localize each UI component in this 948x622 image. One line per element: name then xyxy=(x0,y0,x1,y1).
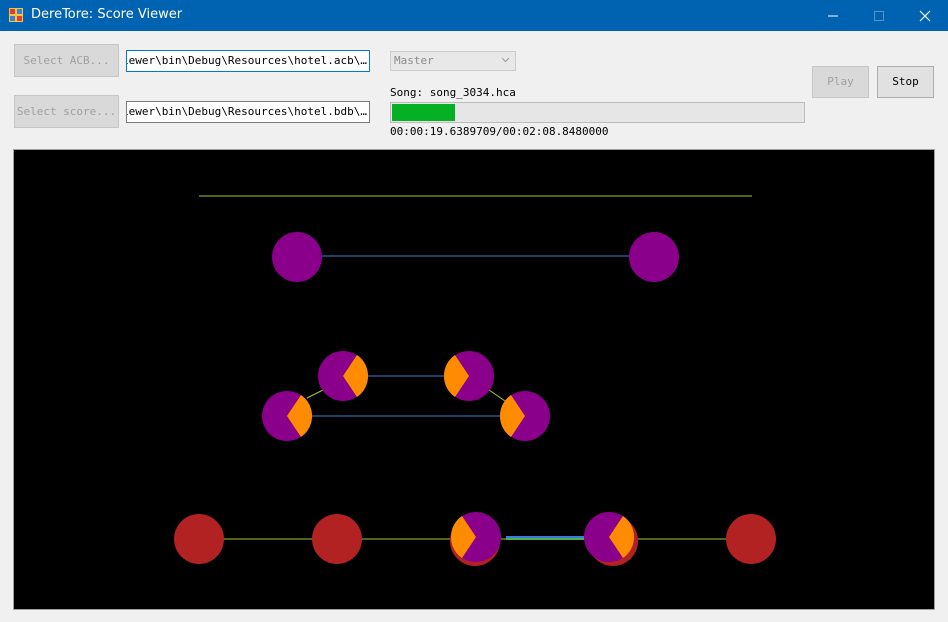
time-label: 00:00:19.6389709/00:02:08.8480000 xyxy=(390,125,609,138)
maximize-icon xyxy=(874,11,884,21)
flick-note xyxy=(450,512,501,562)
tap-note xyxy=(312,514,362,564)
tap-note xyxy=(174,514,224,564)
flick-note xyxy=(318,351,369,401)
title-bar: DereTore: Score Viewer xyxy=(0,0,948,31)
stop-button[interactable]: Stop xyxy=(877,66,934,98)
select-score-label: Select score... xyxy=(16,105,117,118)
play-button[interactable]: Play xyxy=(812,66,869,98)
score-visualization xyxy=(174,195,776,566)
close-button[interactable] xyxy=(902,0,948,31)
chevron-down-icon xyxy=(501,57,510,63)
score-path-field[interactable]: …\ScoreViewer\bin\Debug\Resources\hotel.… xyxy=(126,101,370,123)
slide-note xyxy=(629,232,679,282)
slide-connector xyxy=(306,389,324,399)
acb-path-text: …\ScoreViewer\bin\Debug\Resources\hotel.… xyxy=(127,54,367,67)
select-acb-label: Select ACB... xyxy=(23,54,110,67)
flick-note xyxy=(584,512,635,562)
flick-note xyxy=(443,351,494,401)
tap-note xyxy=(726,514,776,564)
stop-label: Stop xyxy=(892,75,919,88)
maximize-button[interactable] xyxy=(856,0,902,31)
acb-path-field[interactable]: …\ScoreViewer\bin\Debug\Resources\hotel.… xyxy=(126,50,370,72)
play-label: Play xyxy=(827,75,854,88)
minimize-button[interactable] xyxy=(810,0,856,31)
progress-fill xyxy=(392,104,456,121)
close-icon xyxy=(919,10,931,22)
select-acb-button[interactable]: Select ACB... xyxy=(14,44,119,77)
difficulty-value: Master xyxy=(394,54,434,67)
flick-note xyxy=(499,391,550,441)
minimize-icon xyxy=(828,15,838,17)
score-canvas[interactable] xyxy=(13,149,935,610)
app-icon xyxy=(9,8,23,22)
slide-note xyxy=(272,232,322,282)
song-label: Song: song_3034.hca xyxy=(390,86,516,99)
score-path-text: …\ScoreViewer\bin\Debug\Resources\hotel.… xyxy=(127,105,367,118)
window-title: DereTore: Score Viewer xyxy=(31,7,183,22)
playback-progress-bar[interactable] xyxy=(390,102,805,123)
select-score-button[interactable]: Select score... xyxy=(14,95,119,128)
difficulty-select[interactable]: Master xyxy=(390,51,516,71)
flick-note xyxy=(262,391,313,441)
slide-connector xyxy=(488,389,506,402)
